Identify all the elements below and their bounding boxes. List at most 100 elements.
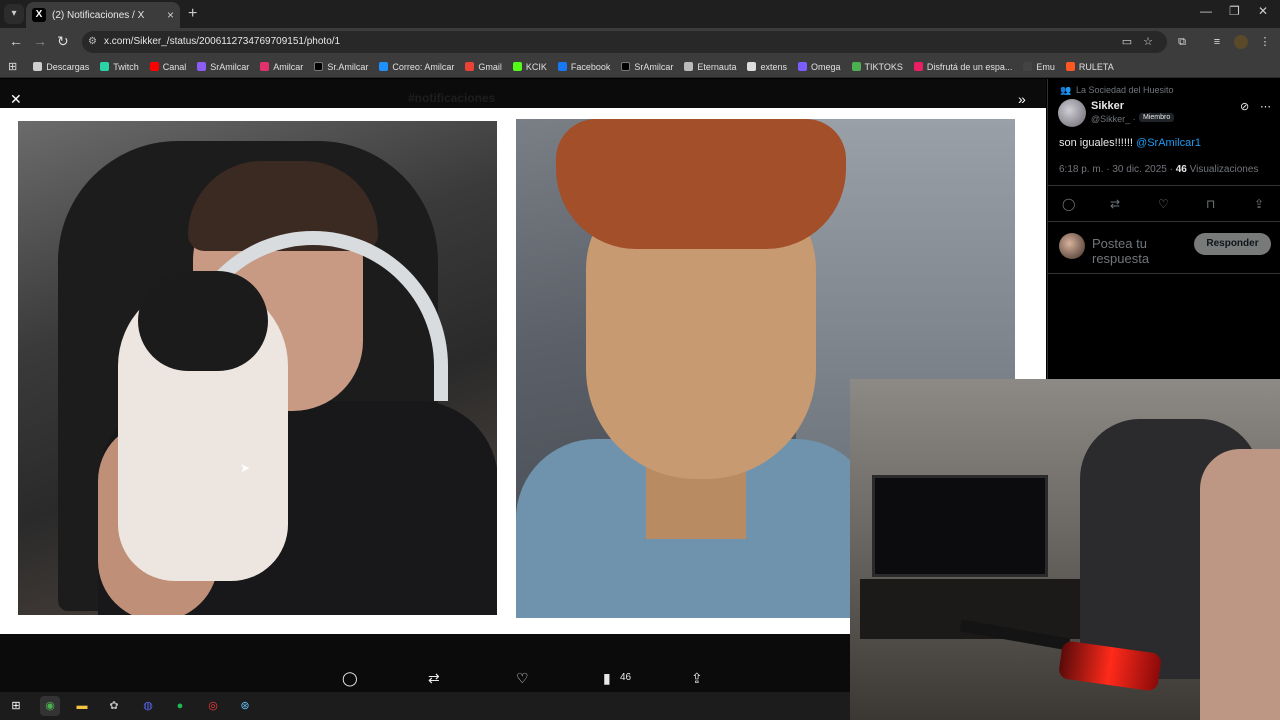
timestamp[interactable]: 6:18 p. m. · 30 dic. 2025 · (1059, 164, 1176, 175)
bookmark-icon (684, 62, 694, 71)
bookmark-icon (557, 62, 567, 71)
bookmark-icon (33, 62, 43, 71)
author-name[interactable]: Sikker (1091, 100, 1124, 112)
like-icon[interactable]: ♡ (1158, 197, 1169, 211)
views-icon[interactable]: ▮ (603, 670, 611, 687)
views-count: 46 (620, 672, 632, 683)
address-bar[interactable]: ⚙ x.com/Sikker_/status/20061127347697091… (82, 31, 1167, 53)
author-handle[interactable]: @Sikker_ · (1091, 114, 1136, 124)
like-icon[interactable]: ♡ (516, 670, 529, 687)
views-label: Visualizaciones (1186, 164, 1259, 175)
tab-search-button[interactable]: ▾ (4, 4, 24, 24)
mention-link[interactable]: @SrAmilcar1 (1136, 137, 1201, 149)
tweet-meta: 6:18 p. m. · 30 dic. 2025 · 46 Visualiza… (1059, 164, 1258, 175)
puppy-head (138, 271, 268, 371)
chrome-icon[interactable]: ◉ (40, 696, 60, 716)
spotify-icon[interactable]: ● (170, 696, 190, 716)
divider (1048, 185, 1280, 186)
bookmark-item[interactable]: SrAmilcar (197, 62, 249, 72)
bookmark-icon (747, 62, 757, 71)
bookmark-icon (797, 62, 807, 71)
photo-left-panel: ➤ (18, 121, 497, 615)
divider (1048, 221, 1280, 222)
install-app-icon[interactable]: ▭ (1120, 35, 1134, 49)
bookmark-item[interactable]: Gmail (465, 62, 502, 72)
bookmark-icon[interactable]: ⊓ (1206, 197, 1215, 211)
divider (1048, 273, 1280, 274)
webcam-tv (872, 475, 1048, 577)
obs-icon[interactable]: ◎ (203, 696, 223, 716)
reply-icon[interactable]: ◯ (342, 670, 358, 687)
bookmark-item[interactable]: Eternauta (684, 62, 736, 72)
browser-tab[interactable]: X (2) Notificaciones / X × (26, 2, 180, 28)
close-tab-icon[interactable]: × (167, 8, 174, 22)
bookmark-item[interactable]: Facebook (557, 62, 610, 72)
bookmark-item[interactable]: Omega (797, 62, 841, 72)
more-options-icon[interactable]: ⋯ (1260, 100, 1271, 113)
bookmark-star-icon[interactable]: ☆ (1141, 35, 1155, 49)
bookmark-item[interactable]: Emu (1023, 62, 1055, 72)
share-icon[interactable]: ⇪ (1254, 197, 1264, 211)
bookmark-item[interactable]: RULETA (1065, 62, 1114, 72)
close-window-icon[interactable]: ✕ (1258, 4, 1268, 18)
restore-icon[interactable]: ❐ (1229, 4, 1240, 18)
reload-button[interactable]: ↻ (57, 33, 69, 50)
url-text: x.com/Sikker_/status/2006112734769709151… (104, 36, 341, 47)
repost-icon[interactable]: ⇄ (428, 670, 440, 687)
menu-icon[interactable]: ⋮ (1258, 35, 1272, 49)
reply-icon[interactable]: ◯ (1062, 197, 1075, 211)
repost-icon[interactable]: ⇄ (1110, 197, 1120, 211)
bookmark-item[interactable]: Descargas (33, 62, 89, 72)
community-name[interactable]: La Sociedad del Huesito (1076, 85, 1174, 95)
tweet-panel: 👥 La Sociedad del Huesito Sikker @Sikker… (1047, 79, 1280, 379)
grok-icon[interactable]: ⊘ (1240, 100, 1249, 113)
browser-toolbar: ← → ↻ ⚙ x.com/Sikker_/status/20061127347… (0, 28, 1280, 56)
bookmark-icon (851, 62, 861, 71)
bookmark-icon (621, 62, 631, 71)
tab-strip: ▾ X (2) Notificaciones / X × + — ❐ ✕ (0, 0, 1280, 28)
extensions-icon[interactable]: ⧉ (1175, 35, 1189, 49)
bookmark-icon (465, 62, 475, 71)
bookmark-icon (149, 62, 159, 71)
ghost-header: #notificaciones (408, 91, 496, 105)
profile-avatar[interactable] (1234, 35, 1248, 49)
tweet-text: son iguales!!!!!! @SrAmilcar1 (1059, 137, 1201, 149)
bookmark-item[interactable]: Disfrutá de un espa... (913, 62, 1012, 72)
reply-input[interactable]: Postea tu respuesta (1092, 236, 1172, 266)
file-explorer-icon[interactable]: ▬ (72, 696, 92, 716)
app-icon[interactable]: ✿ (104, 696, 124, 716)
bookmark-item[interactable]: KCIK (512, 62, 547, 72)
close-viewer-icon[interactable]: ✕ (10, 91, 22, 108)
tab-title: (2) Notificaciones / X (52, 9, 145, 21)
bookmark-item[interactable]: Sr.Amilcar (314, 62, 368, 72)
bookmark-icon (913, 62, 923, 71)
bookmark-item[interactable]: Canal (149, 62, 186, 72)
media-control-icon[interactable]: ≡ (1210, 35, 1224, 49)
discord-icon[interactable]: ◍ (138, 696, 158, 716)
steam-icon[interactable]: ⊛ (235, 696, 255, 716)
expand-panel-icon[interactable]: » (1018, 91, 1026, 107)
start-icon[interactable]: ⊞ (6, 696, 26, 716)
avatar (1059, 233, 1085, 259)
share-icon[interactable]: ⇪ (691, 670, 703, 687)
bookmark-item[interactable]: Correo: Amilcar (379, 62, 454, 72)
reply-button[interactable]: Responder (1194, 233, 1271, 255)
avatar[interactable] (1058, 99, 1086, 127)
bookmark-item[interactable]: Amilcar (260, 62, 303, 72)
forward-button[interactable]: → (33, 33, 47, 49)
bookmark-icon (314, 62, 324, 71)
apps-grid-icon[interactable]: ⊞ (8, 60, 17, 73)
bookmark-item[interactable]: Twitch (100, 62, 139, 72)
bookmark-icon (197, 62, 207, 71)
bookmark-item[interactable]: extens (747, 62, 787, 72)
new-tab-button[interactable]: + (188, 5, 197, 23)
bookmark-item[interactable]: SrAmilcar (621, 62, 673, 72)
back-button[interactable]: ← (9, 33, 23, 49)
bookmark-icon (100, 62, 110, 71)
bookmark-icon (379, 62, 389, 71)
minimize-icon[interactable]: — (1200, 4, 1212, 18)
site-info-icon[interactable]: ⚙ (88, 31, 97, 53)
bookmark-icon (1065, 62, 1075, 71)
bookmarks-bar: ⊞ Descargas Twitch Canal SrAmilcar Amilc… (0, 56, 1280, 78)
bookmark-item[interactable]: TIKTOKS (851, 62, 903, 72)
